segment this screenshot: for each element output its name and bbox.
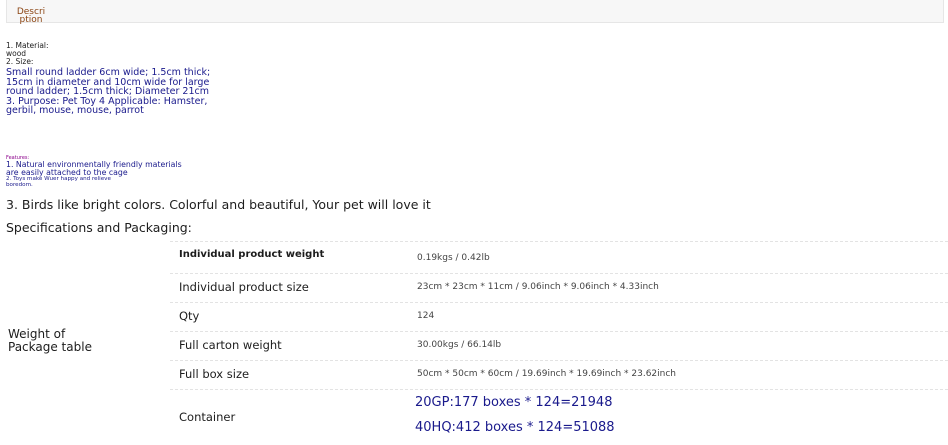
row-name: Full carton weight bbox=[179, 338, 282, 352]
size-description: Small round ladder 6cm wide; 1.5cm thick… bbox=[6, 67, 211, 117]
row-value: 0.19kgs / 0.42lb bbox=[417, 253, 490, 263]
specifications-title: Specifications and Packaging: bbox=[6, 220, 192, 235]
feature-item-3: 3. Birds like bright colors. Colorful an… bbox=[6, 197, 431, 212]
row-value: 30.00kgs / 66.14lb bbox=[417, 340, 502, 350]
row-name: Qty bbox=[179, 309, 200, 323]
size-label: 2. Size: bbox=[6, 57, 34, 66]
tab-bar: Descri ption bbox=[6, 0, 944, 25]
row-value: 23cm * 23cm * 11cm / 9.06inch * 9.06inch… bbox=[417, 282, 659, 292]
package-table: Weight of Package table Individual produ… bbox=[0, 241, 948, 444]
row-name: Full box size bbox=[179, 367, 250, 381]
material-label: 1. Material: bbox=[6, 41, 49, 50]
table-row: Full carton weight 30.00kgs / 66.14lb bbox=[170, 331, 948, 361]
table-row: Container 20GP:177 boxes * 124=21948 40H… bbox=[170, 389, 948, 445]
features-section: Features: 1. Natural environmentally fri… bbox=[6, 156, 236, 189]
row-name: Container bbox=[179, 410, 236, 424]
tab-description[interactable]: Descri ption bbox=[16, 8, 46, 25]
tab-label-line2: ption bbox=[19, 15, 43, 25]
table-row: Individual product size 23cm * 23cm * 11… bbox=[170, 273, 948, 303]
table-row: Qty 124 bbox=[170, 302, 948, 332]
container-line-1: 20GP:177 boxes * 124=21948 bbox=[415, 395, 613, 410]
row-value: 50cm * 50cm * 60cm / 19.69inch * 19.69in… bbox=[417, 369, 677, 379]
container-line-2: 40HQ:412 boxes * 124=51088 bbox=[415, 420, 615, 435]
description-section: 1. Material: wood 2. Size: Small round l… bbox=[6, 42, 236, 116]
row-name: Individual product weight bbox=[179, 249, 325, 260]
row-name: Individual product size bbox=[179, 280, 309, 294]
table-row: Individual product weight 0.19kgs / 0.42… bbox=[170, 241, 948, 274]
material-value: wood bbox=[6, 49, 27, 58]
feature-item-1: 1. Natural environmentally friendly mate… bbox=[6, 160, 182, 177]
package-table-group-label: Weight of Package table bbox=[8, 327, 92, 354]
table-row: Full box size 50cm * 50cm * 60cm / 19.69… bbox=[170, 360, 948, 390]
feature-item-2: 2. Toys make Wuer happy and relieve bore… bbox=[6, 176, 111, 188]
row-value: 124 bbox=[417, 311, 435, 321]
